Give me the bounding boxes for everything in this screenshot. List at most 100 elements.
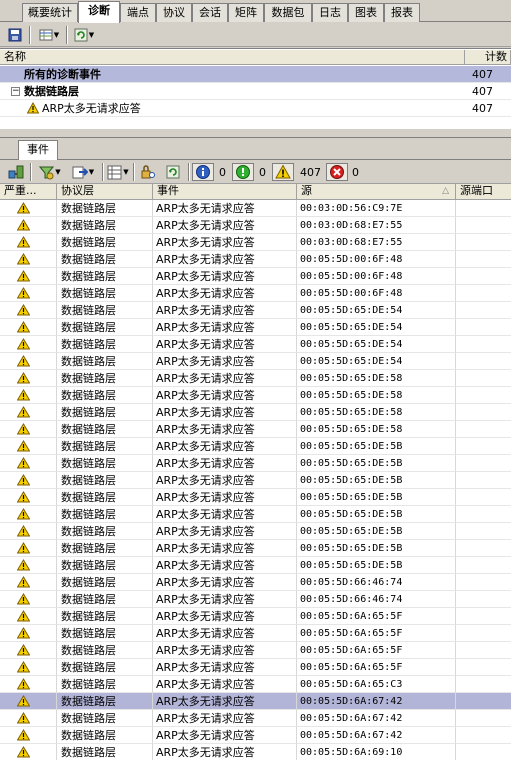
- column-header-source[interactable]: 源 △: [297, 184, 456, 200]
- warning-icon: [17, 542, 30, 554]
- pane-splitter[interactable]: [0, 128, 511, 138]
- tab-endpoints[interactable]: 端点: [120, 3, 156, 22]
- table-row[interactable]: 数据链路层 ARP太多无请求应答 00:05:5D:00:6F:48: [0, 268, 511, 285]
- warning-icon: [27, 102, 39, 114]
- table-row[interactable]: 数据链路层 ARP太多无请求应答 00:05:5D:6A:65:5F: [0, 625, 511, 642]
- source-cell: 00:03:0D:68:E7:55: [297, 217, 456, 234]
- table-row[interactable]: 数据链路层 ARP太多无请求应答 00:05:5D:65:DE:5B: [0, 438, 511, 455]
- event-cell: ARP太多无请求应答: [153, 251, 297, 268]
- tab-logs[interactable]: 日志: [312, 3, 348, 22]
- table-row[interactable]: 数据链路层 ARP太多无请求应答 00:05:5D:6A:67:42: [0, 710, 511, 727]
- table-row[interactable]: 数据链路层 ARP太多无请求应答 00:05:5D:65:DE:54: [0, 336, 511, 353]
- layer-cell: 数据链路层: [57, 489, 153, 506]
- table-row[interactable]: 数据链路层 ARP太多无请求应答 00:03:0D:68:E7:55: [0, 217, 511, 234]
- error-filter-toggle[interactable]: [326, 163, 348, 181]
- tab-reports[interactable]: 报表: [384, 3, 420, 22]
- tab-charts[interactable]: 图表: [348, 3, 384, 22]
- table-row[interactable]: 数据链路层 ARP太多无请求应答 00:05:5D:65:DE:5B: [0, 472, 511, 489]
- tree-row-all-events[interactable]: 所有的诊断事件 407: [0, 66, 511, 83]
- layer-cell: 数据链路层: [57, 387, 153, 404]
- filter-button[interactable]: ▼: [35, 163, 65, 181]
- table-row[interactable]: 数据链路层 ARP太多无请求应答 00:05:5D:65:DE:58: [0, 387, 511, 404]
- warning-icon: [17, 219, 30, 231]
- view-options-button[interactable]: ▼: [35, 26, 63, 44]
- tab-sessions[interactable]: 会话: [192, 3, 228, 22]
- ok-filter-toggle[interactable]: [232, 163, 254, 181]
- table-row[interactable]: 数据链路层 ARP太多无请求应答 00:05:5D:00:6F:48: [0, 251, 511, 268]
- table-row[interactable]: 数据链路层 ARP太多无请求应答 00:05:5D:65:DE:58: [0, 421, 511, 438]
- warning-icon: [17, 576, 30, 588]
- lock-search-button[interactable]: [137, 163, 159, 181]
- warning-icon: [17, 746, 30, 758]
- source-port-cell: [456, 387, 511, 404]
- warning-icon: [17, 372, 30, 384]
- severity-cell: [0, 642, 57, 659]
- column-header-layer[interactable]: 协议层: [57, 184, 153, 200]
- tree-row-arp[interactable]: ARP太多无请求应答 407: [0, 100, 511, 117]
- severity-cell: [0, 489, 57, 506]
- column-header-name[interactable]: 名称: [0, 50, 465, 65]
- tree-row-count: 407: [472, 85, 493, 98]
- table-row[interactable]: 数据链路层 ARP太多无请求应答 00:05:5D:6A:65:5F: [0, 608, 511, 625]
- table-row[interactable]: 数据链路层 ARP太多无请求应答 00:05:5D:6A:67:42: [0, 693, 511, 710]
- table-row[interactable]: 数据链路层 ARP太多无请求应答 00:05:5D:65:DE:5B: [0, 455, 511, 472]
- tree-row-datalink[interactable]: − 数据链路层 407: [0, 83, 511, 100]
- table-row[interactable]: 数据链路层 ARP太多无请求应答 00:05:5D:65:DE:5B: [0, 489, 511, 506]
- tab-matrix[interactable]: 矩阵: [228, 3, 264, 22]
- refresh-button[interactable]: ▼: [70, 26, 98, 44]
- table-row[interactable]: 数据链路层 ARP太多无请求应答 00:05:5D:65:DE:58: [0, 370, 511, 387]
- column-header-event[interactable]: 事件: [153, 184, 297, 200]
- columns-button[interactable]: ▼: [106, 163, 130, 181]
- tab-events[interactable]: 事件: [18, 140, 58, 160]
- column-header-severity[interactable]: 严重...: [0, 184, 57, 200]
- event-cell: ARP太多无请求应答: [153, 268, 297, 285]
- column-header-count[interactable]: 计数: [465, 50, 511, 65]
- tab-diagnosis[interactable]: 诊断: [78, 1, 120, 23]
- tab-packets[interactable]: 数据包: [264, 3, 312, 22]
- severity-cell: [0, 387, 57, 404]
- toolbar-separator: [188, 163, 190, 181]
- table-row[interactable]: 数据链路层 ARP太多无请求应答 00:05:5D:65:DE:54: [0, 319, 511, 336]
- layer-cell: 数据链路层: [57, 642, 153, 659]
- warning-icon: [17, 253, 30, 265]
- table-row[interactable]: 数据链路层 ARP太多无请求应答 00:05:5D:65:DE:58: [0, 404, 511, 421]
- table-row[interactable]: 数据链路层 ARP太多无请求应答 00:05:5D:6A:65:C3: [0, 676, 511, 693]
- table-row[interactable]: 数据链路层 ARP太多无请求应答 00:05:5D:66:46:74: [0, 574, 511, 591]
- table-row[interactable]: 数据链路层 ARP太多无请求应答 00:05:5D:65:DE:5B: [0, 557, 511, 574]
- refresh-events-button[interactable]: [162, 163, 184, 181]
- table-row[interactable]: 数据链路层 ARP太多无请求应答 00:05:5D:6A:69:10: [0, 744, 511, 760]
- network-button[interactable]: [5, 163, 27, 181]
- severity-cell: [0, 404, 57, 421]
- source-cell: 00:03:0D:56:C9:7E: [297, 200, 456, 217]
- warning-filter-toggle[interactable]: [272, 163, 294, 181]
- table-row[interactable]: 数据链路层 ARP太多无请求应答 00:05:5D:6A:67:42: [0, 727, 511, 744]
- warning-icon: [17, 729, 30, 741]
- warning-icon: [17, 389, 30, 401]
- tab-protocols[interactable]: 协议: [156, 3, 192, 22]
- tree-expander-toggle[interactable]: −: [11, 87, 20, 96]
- table-row[interactable]: 数据链路层 ARP太多无请求应答 00:05:5D:65:DE:54: [0, 353, 511, 370]
- table-row[interactable]: 数据链路层 ARP太多无请求应答 00:05:5D:65:DE:54: [0, 302, 511, 319]
- table-row[interactable]: 数据链路层 ARP太多无请求应答 00:05:5D:65:DE:5B: [0, 506, 511, 523]
- column-header-source-port[interactable]: 源端口: [456, 184, 511, 200]
- table-row[interactable]: 数据链路层 ARP太多无请求应答 00:05:5D:6A:65:5F: [0, 642, 511, 659]
- table-row[interactable]: 数据链路层 ARP太多无请求应答 00:03:0D:68:E7:55: [0, 234, 511, 251]
- table-row[interactable]: 数据链路层 ARP太多无请求应答 00:05:5D:65:DE:5B: [0, 540, 511, 557]
- toolbar-separator: [30, 163, 32, 181]
- table-row[interactable]: 数据链路层 ARP太多无请求应答 00:05:5D:65:DE:5B: [0, 523, 511, 540]
- layer-cell: 数据链路层: [57, 540, 153, 557]
- table-row[interactable]: 数据链路层 ARP太多无请求应答 00:05:5D:66:46:74: [0, 591, 511, 608]
- layer-cell: 数据链路层: [57, 591, 153, 608]
- severity-cell: [0, 336, 57, 353]
- table-row[interactable]: 数据链路层 ARP太多无请求应答 00:05:5D:00:6F:48: [0, 285, 511, 302]
- save-button[interactable]: [5, 26, 25, 44]
- event-cell: ARP太多无请求应答: [153, 370, 297, 387]
- tab-summary[interactable]: 概要统计: [22, 3, 78, 22]
- table-row[interactable]: 数据链路层 ARP太多无请求应答 00:03:0D:56:C9:7E: [0, 200, 511, 217]
- source-port-cell: [456, 489, 511, 506]
- export-button[interactable]: ▼: [68, 163, 98, 181]
- source-port-cell: [456, 727, 511, 744]
- source-cell: 00:05:5D:65:DE:5B: [297, 472, 456, 489]
- info-filter-toggle[interactable]: [192, 163, 214, 181]
- table-row[interactable]: 数据链路层 ARP太多无请求应答 00:05:5D:6A:65:5F: [0, 659, 511, 676]
